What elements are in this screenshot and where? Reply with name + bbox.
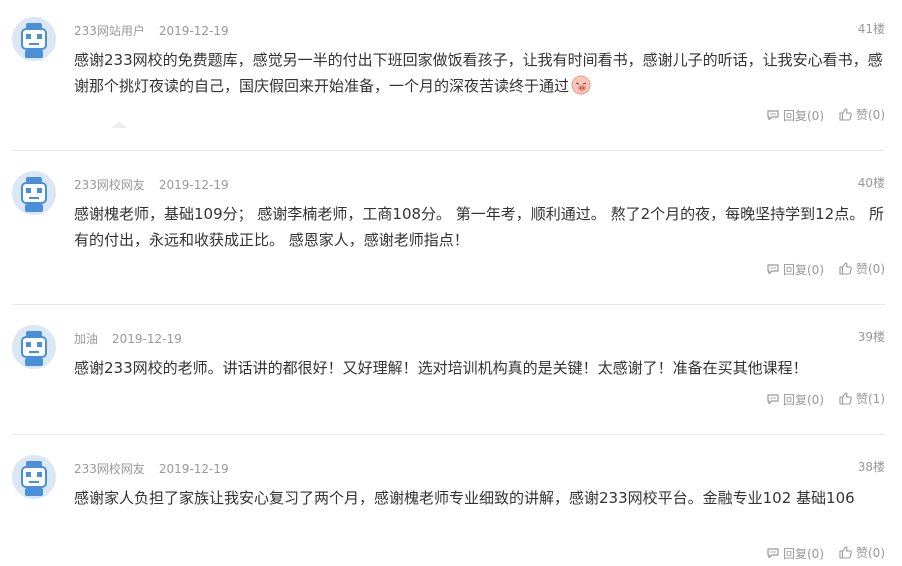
- floor-number: 39楼: [857, 330, 885, 344]
- comment-bubble-icon: [767, 394, 779, 405]
- comment-bubble-icon: [767, 264, 779, 275]
- reply-button[interactable]: 回复(0): [766, 107, 824, 124]
- robot-avatar-icon[interactable]: [12, 455, 56, 499]
- floor-number: 41楼: [857, 22, 885, 36]
- comment-content: 感谢233网校的免费题库，感觉另一半的付出下班回家做饭看孩子，让我有时间看书，感…: [74, 47, 886, 99]
- comment-meta: 233网校网友 2019-12-19: [74, 460, 229, 477]
- comment-actions: 回复(0) 赞(0): [766, 106, 885, 125]
- comment-content: 感谢家人负担了家族让我安心复习了两个月，感谢槐老师专业细致的讲解，感谢233网校…: [74, 485, 886, 511]
- reply-button[interactable]: 回复(0): [766, 391, 824, 408]
- comment-actions: 回复(0) 赞(0): [766, 260, 885, 279]
- comment-date: 2019-12-19: [158, 462, 229, 476]
- reply-button[interactable]: 回复(0): [766, 261, 824, 278]
- comment-item: 加油 2019-12-19 39楼 感谢233网校的老师。讲话讲的都很好！又好理解…: [0, 304, 902, 435]
- comment-text: 感谢家人负担了家族让我安心复习了两个月，感谢槐老师专业细致的讲解，感谢233网校…: [74, 489, 855, 507]
- like-label: 赞(0): [856, 546, 885, 560]
- robot-avatar-icon[interactable]: [12, 171, 56, 215]
- comment-meta: 233网校网友 2019-12-19: [74, 176, 229, 193]
- comment-username[interactable]: 加油: [74, 332, 98, 346]
- comment-username[interactable]: 233网校网友: [74, 462, 145, 476]
- comment-list: 233网站用户 2019-12-19 41楼 感谢233网校的免费题库，感觉另一半…: [0, 0, 902, 566]
- comment-content: 感谢槐老师，基础109分； 感谢李楠老师，工商108分。 第一年考，顺利通过。 …: [74, 201, 886, 253]
- reply-label: 回复(0): [783, 262, 824, 277]
- reply-caret: [111, 121, 127, 128]
- like-label: 赞(1): [856, 392, 885, 406]
- comment-text: 感谢233网校的免费题库，感觉另一半的付出下班回家做饭看孩子，让我有时间看书，感…: [74, 51, 883, 95]
- reply-label: 回复(0): [783, 546, 824, 561]
- thumbs-up-icon: [839, 546, 852, 559]
- floor-number: 38楼: [857, 460, 885, 474]
- like-label: 赞(0): [856, 108, 885, 122]
- comment-bubble-icon: [767, 110, 779, 121]
- comment-bubble-icon: [767, 548, 779, 559]
- like-label: 赞(0): [856, 262, 885, 276]
- reply-label: 回复(0): [783, 392, 824, 407]
- reply-button[interactable]: 回复(0): [766, 545, 824, 562]
- comment-date: 2019-12-19: [112, 332, 182, 346]
- comment-date: 2019-12-19: [158, 178, 229, 192]
- comment-username[interactable]: 233网站用户: [74, 24, 145, 38]
- piggy-emoji-icon: [571, 75, 591, 95]
- like-button[interactable]: 赞(0): [838, 544, 885, 561]
- comment-item: 233网站用户 2019-12-19 41楼 感谢233网校的免费题库，感觉另一半…: [0, 0, 902, 151]
- comment-content: 感谢233网校的老师。讲话讲的都很好！又好理解！选对培训机构真的是关键！太感谢了…: [74, 355, 886, 381]
- thumbs-up-icon: [839, 108, 852, 121]
- comment-username[interactable]: 233网校网友: [74, 178, 145, 192]
- like-button[interactable]: 赞(0): [838, 260, 885, 277]
- thumbs-up-icon: [839, 262, 852, 275]
- floor-number: 40楼: [857, 176, 885, 190]
- thumbs-up-icon: [839, 392, 852, 405]
- comment-actions: 回复(0) 赞(0): [766, 544, 885, 563]
- comment-date: 2019-12-19: [158, 24, 229, 38]
- robot-avatar-icon[interactable]: [12, 325, 56, 369]
- reply-label: 回复(0): [783, 108, 824, 123]
- robot-avatar-icon[interactable]: [12, 17, 56, 61]
- comment-meta: 加油 2019-12-19: [74, 330, 182, 347]
- comment-item: 233网校网友 2019-12-19 38楼 感谢家人负担了家族让我安心复习了两个…: [0, 434, 902, 566]
- comment-actions: 回复(0) 赞(1): [766, 390, 885, 409]
- like-button[interactable]: 赞(1): [838, 390, 885, 407]
- comment-text: 感谢233网校的老师。讲话讲的都很好！又好理解！选对培训机构真的是关键！太感谢了…: [74, 359, 808, 377]
- comment-text: 感谢槐老师，基础109分； 感谢李楠老师，工商108分。 第一年考，顺利通过。 …: [74, 205, 884, 249]
- comment-meta: 233网站用户 2019-12-19: [74, 22, 229, 39]
- comment-item: 233网校网友 2019-12-19 40楼 感谢槐老师，基础109分； 感谢李楠…: [0, 150, 902, 305]
- like-button[interactable]: 赞(0): [838, 106, 885, 123]
